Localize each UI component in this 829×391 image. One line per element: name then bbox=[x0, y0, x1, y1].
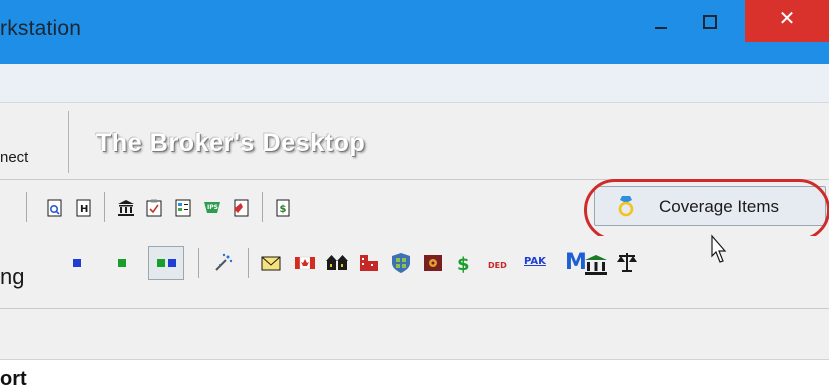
report-iq-icon[interactable] bbox=[46, 199, 64, 217]
toolbar-separator bbox=[248, 248, 249, 278]
bank-green-icon[interactable] bbox=[584, 254, 608, 276]
toolbar-separator bbox=[26, 192, 27, 222]
green-square-icon[interactable] bbox=[117, 258, 127, 268]
ips-icon[interactable]: IPS bbox=[203, 199, 221, 217]
menu-bar bbox=[0, 64, 829, 103]
price-doc-icon[interactable]: $ bbox=[274, 199, 292, 217]
ring-icon bbox=[618, 196, 634, 217]
toolbar-separator bbox=[104, 192, 105, 222]
pdf-icon[interactable] bbox=[232, 199, 250, 217]
toolbar-primary: H IPS $ Coverage Items bbox=[0, 180, 829, 236]
shield-icon[interactable] bbox=[390, 252, 412, 274]
svg-text:IPS: IPS bbox=[207, 204, 218, 211]
maximize-icon bbox=[703, 15, 717, 29]
minimize-button[interactable] bbox=[635, 0, 685, 42]
mouse-cursor-icon bbox=[711, 234, 727, 263]
scales-icon[interactable] bbox=[616, 250, 638, 274]
package-icon[interactable]: PAK bbox=[524, 256, 546, 267]
maximize-button[interactable] bbox=[685, 0, 735, 42]
close-icon: ✕ bbox=[778, 6, 796, 30]
coverage-items-button[interactable]: Coverage Items bbox=[594, 186, 826, 226]
content-header-band bbox=[0, 309, 829, 360]
ribbon-left-label[interactable]: nect bbox=[0, 149, 28, 166]
bank-icon[interactable] bbox=[117, 199, 135, 217]
blue-square-icon[interactable] bbox=[72, 258, 82, 268]
dual-square-icon bbox=[157, 259, 176, 267]
dollar-icon[interactable]: $ bbox=[452, 252, 474, 274]
checklist-icon[interactable] bbox=[145, 199, 163, 217]
ribbon-band: nect The Broker's Desktop bbox=[0, 103, 829, 180]
minimize-icon bbox=[655, 27, 667, 29]
toolbar-secondary: ng $ DED PAK M bbox=[0, 236, 829, 309]
svg-text:$: $ bbox=[280, 204, 287, 215]
svg-text:H: H bbox=[80, 204, 88, 215]
deductible-icon[interactable]: DED bbox=[488, 261, 507, 270]
toolbar-separator bbox=[198, 248, 199, 278]
building-icon[interactable] bbox=[358, 252, 380, 274]
section-label: ort bbox=[0, 368, 27, 390]
ribbon-divider bbox=[68, 111, 69, 173]
safe-icon[interactable] bbox=[422, 252, 444, 274]
coverage-items-label: Coverage Items bbox=[659, 197, 779, 216]
toolbar-separator bbox=[262, 192, 263, 222]
envelope-icon[interactable] bbox=[260, 252, 282, 274]
canada-flag-icon[interactable] bbox=[294, 252, 316, 274]
toolbar-left-label[interactable]: ng bbox=[0, 264, 24, 290]
brand-title: The Broker's Desktop bbox=[96, 129, 366, 157]
houses-icon[interactable] bbox=[326, 252, 348, 274]
dual-square-button[interactable] bbox=[148, 246, 184, 280]
svg-text:$: $ bbox=[457, 254, 470, 274]
close-button[interactable]: ✕ bbox=[745, 0, 829, 42]
form-icon[interactable] bbox=[174, 199, 192, 217]
magic-wand-icon[interactable] bbox=[212, 252, 234, 274]
window-title: rkstation bbox=[0, 17, 82, 40]
title-bar: rkstation ✕ bbox=[0, 0, 829, 64]
document-h-icon[interactable]: H bbox=[75, 199, 93, 217]
